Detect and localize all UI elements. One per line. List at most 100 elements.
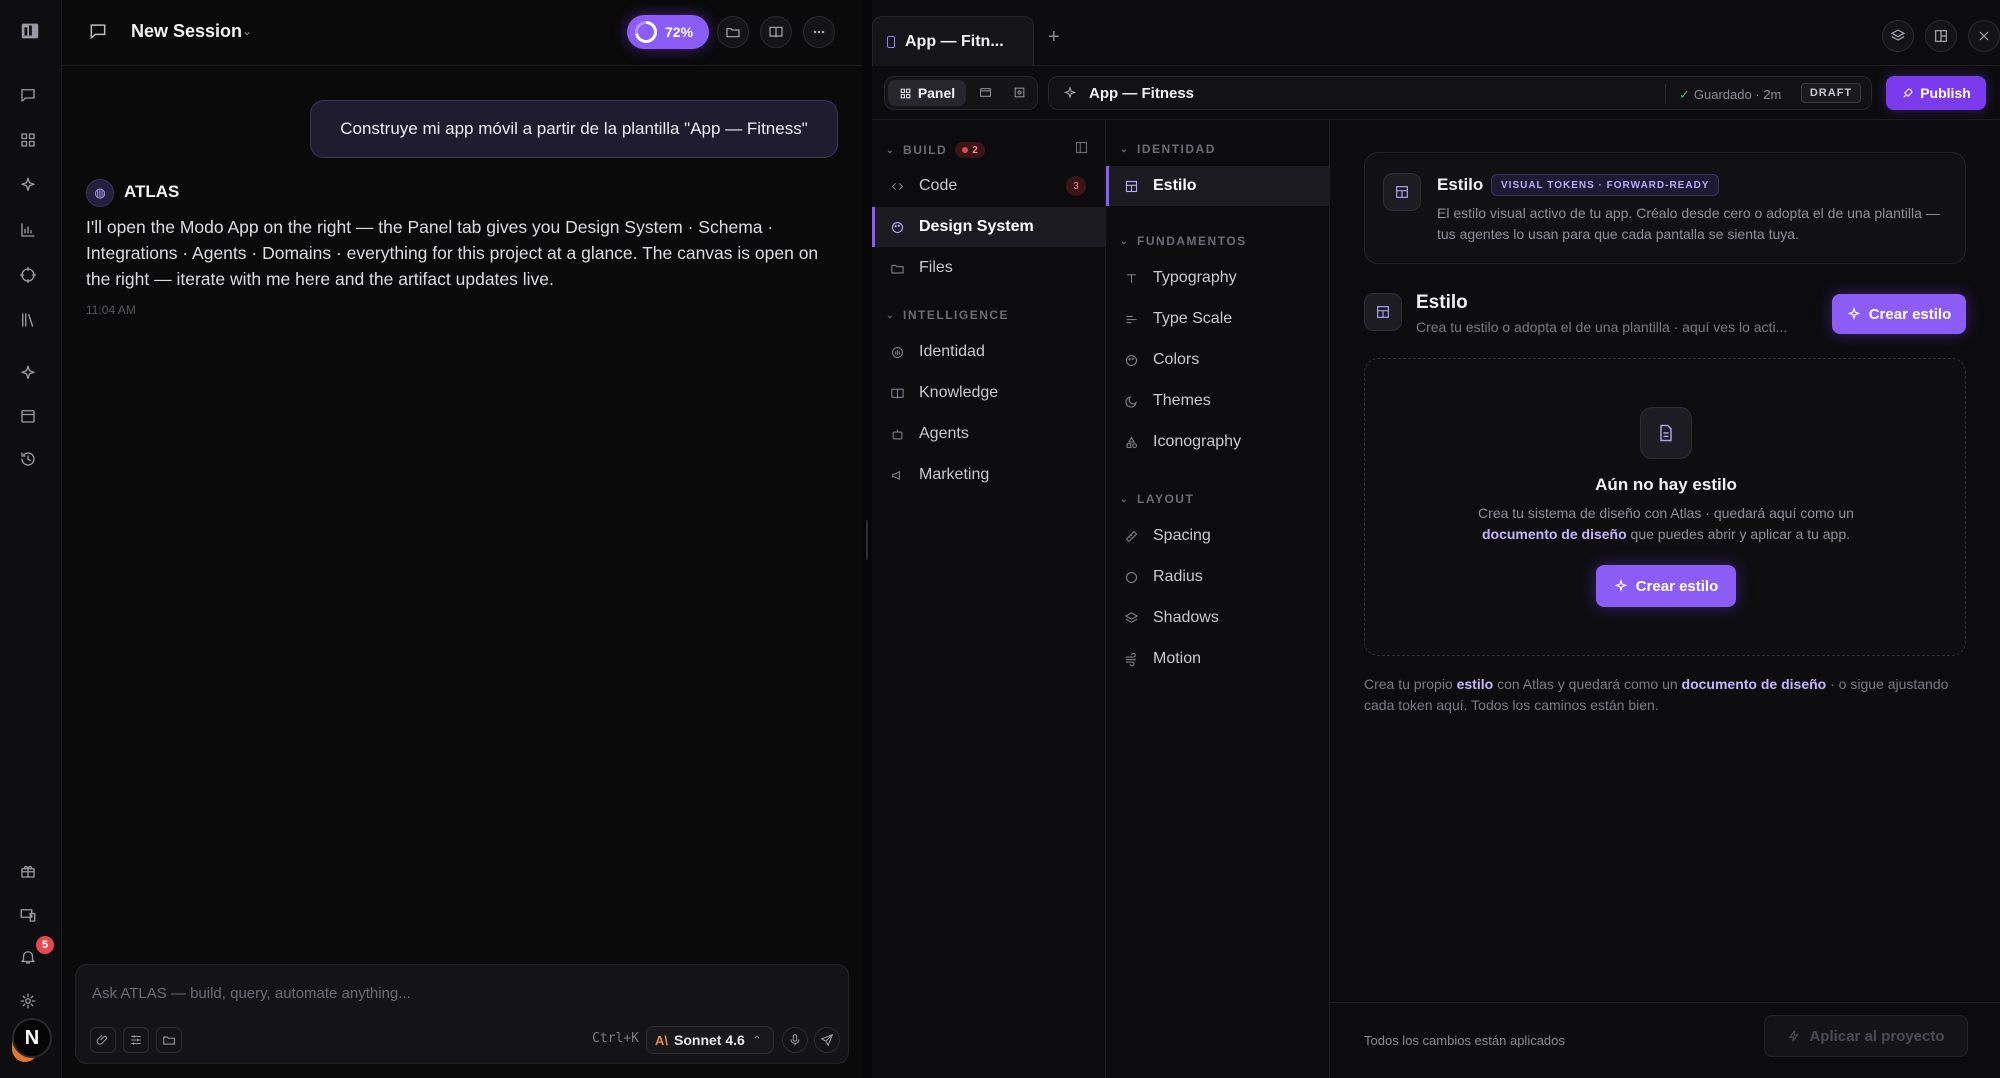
mic-button[interactable] [782, 1027, 808, 1053]
context-progress[interactable]: 72% [627, 15, 709, 49]
artifact-tabbar: App — Fitn... + [872, 0, 2000, 66]
more-icon [813, 30, 825, 34]
code-count-badge: 3 [1066, 176, 1086, 196]
book-button[interactable] [760, 16, 792, 48]
model-selector[interactable]: A\ Sonnet 4.6 ⌃ [646, 1026, 774, 1054]
nav-item-design-system[interactable]: Design System [872, 207, 1106, 247]
shortcut-hint: Ctrl+K [592, 1031, 639, 1046]
changes-status: Todos los cambios están aplicados [1364, 1033, 1565, 1048]
sparkle-icon [1063, 86, 1077, 105]
layers-button[interactable] [1882, 20, 1914, 52]
nav-item-agents[interactable]: Agents [872, 414, 1106, 454]
estilo-link[interactable]: estilo [1457, 676, 1494, 692]
fundamentos-section-header[interactable]: ⌄ FUNDAMENTOS [1120, 234, 1247, 248]
gift-icon[interactable] [19, 862, 43, 886]
nav-item-themes[interactable]: Themes [1106, 381, 1330, 421]
nav-item-knowledge[interactable]: Knowledge [872, 373, 1106, 413]
nav-item-shadows[interactable]: Shadows [1106, 598, 1330, 638]
assistant-message: I'll open the Modo App on the right — th… [86, 217, 819, 289]
estilo-content: Estilo VISUAL TOKENS · FORWARD-READY El … [1330, 120, 2000, 1078]
message-timestamp: 11:04 AM [86, 303, 136, 317]
grid-icon[interactable] [19, 131, 43, 155]
folder-attach-button[interactable] [156, 1027, 182, 1053]
send-button[interactable] [814, 1027, 840, 1053]
target-icon[interactable] [19, 266, 43, 290]
nav-item-files[interactable]: Files [872, 248, 1106, 288]
close-icon [1979, 31, 1989, 41]
rocket-icon [1903, 88, 1913, 98]
calendar-icon[interactable] [19, 407, 43, 431]
empty-title: Aún no hay estilo [1595, 475, 1737, 494]
empty-create-style-button[interactable]: Crear estilo [1596, 565, 1736, 607]
hero-description: El estilo visual activo de tu app. Créal… [1437, 205, 1940, 242]
artifact-tab-label: App — Fitn... [905, 32, 1004, 50]
browser-view-button[interactable] [979, 86, 992, 104]
nav-item-motion[interactable]: Motion [1106, 639, 1330, 679]
chat-icon[interactable] [19, 86, 43, 110]
visual-tokens-badge: VISUAL TOKENS · FORWARD-READY [1491, 174, 1720, 196]
attach-button[interactable] [90, 1027, 116, 1053]
folder-icon [891, 264, 904, 273]
design-doc-link[interactable]: documento de diseño [1482, 526, 1627, 542]
resize-handle[interactable] [866, 520, 868, 560]
nav-item-colors[interactable]: Colors [1106, 340, 1330, 380]
chart-icon[interactable] [19, 221, 43, 245]
book-icon [891, 388, 904, 399]
nav-item-iconography[interactable]: Iconography [1106, 422, 1330, 462]
history-icon[interactable] [19, 450, 43, 474]
notification-badge: 5 [36, 936, 54, 954]
layers-icon [1890, 29, 1906, 41]
user-message: Construye mi app móvil a partir de la pl… [310, 100, 838, 158]
design-doc-link[interactable]: documento de diseño [1682, 676, 1827, 692]
sparkle-icon[interactable] [19, 176, 43, 200]
session-title[interactable]: New Session [131, 21, 242, 42]
grid-icon [900, 88, 911, 98]
layout-button[interactable] [1925, 20, 1957, 52]
collapse-sidebar-button[interactable] [1074, 140, 1089, 160]
nav-item-typography[interactable]: Typography [1106, 258, 1330, 298]
settings-gear-icon[interactable] [19, 992, 43, 1016]
chevron-down-icon: ⌄ [1120, 143, 1130, 154]
status-badge: DRAFT [1801, 83, 1861, 103]
sparkle-icon [1847, 307, 1861, 320]
build-section-header[interactable]: ⌄ BUILD 2 [886, 142, 985, 158]
build-badge: 2 [955, 142, 985, 158]
sparkle-icon [1614, 579, 1628, 592]
artifact-tab[interactable]: App — Fitn... [872, 16, 1034, 66]
panel-view-label: Panel [917, 85, 956, 101]
logo-icon[interactable] [19, 20, 43, 44]
layout-section-header[interactable]: ⌄ LAYOUT [1120, 492, 1194, 506]
nav-item-type-scale[interactable]: Type Scale [1106, 299, 1330, 339]
folder-button[interactable] [717, 16, 749, 48]
sidebar-icon [1075, 141, 1088, 154]
panel-view-button[interactable]: Panel [888, 80, 966, 106]
composer-input[interactable]: Ask ATLAS — build, query, automate anyth… [92, 985, 411, 1002]
check-icon: ✓ [1679, 87, 1690, 102]
apply-to-project-button[interactable]: Aplicar al proyecto [1764, 1015, 1968, 1057]
project-name[interactable]: App — Fitness [1089, 85, 1194, 102]
create-style-button[interactable]: Crear estilo [1832, 294, 1966, 334]
nav-item-identidad[interactable]: Identidad [872, 332, 1106, 372]
library-icon[interactable] [19, 311, 43, 335]
nav-item-radius[interactable]: Radius [1106, 557, 1330, 597]
nav-item-spacing[interactable]: Spacing [1106, 516, 1330, 556]
identidad-section-header[interactable]: ⌄ IDENTIDAD [1120, 142, 1216, 156]
more-button[interactable] [803, 16, 835, 48]
estilo-hero-card: Estilo VISUAL TOKENS · FORWARD-READY El … [1364, 152, 1966, 264]
add-tab-button[interactable]: + [1048, 26, 1060, 49]
folder-icon [163, 1036, 175, 1045]
preview-view-button[interactable] [1013, 86, 1026, 104]
nav-item-estilo[interactable]: Estilo [1106, 166, 1330, 206]
tools-button[interactable] [123, 1027, 149, 1053]
intelligence-section-header[interactable]: ⌄ INTELLIGENCE [886, 308, 1009, 322]
devices-icon[interactable] [19, 906, 43, 930]
nav-item-code[interactable]: Code 3 [872, 166, 1106, 206]
chevron-down-icon[interactable]: ⌄ [242, 24, 252, 38]
user-avatar[interactable]: N [12, 1018, 52, 1058]
publish-button[interactable]: Publish [1886, 76, 1986, 110]
save-status: ✓ Guardado · 2m [1679, 87, 1782, 102]
type-icon [1127, 273, 1136, 283]
close-panel-button[interactable] [1968, 20, 2000, 52]
magic-icon[interactable] [19, 364, 43, 388]
nav-item-marketing[interactable]: Marketing [872, 455, 1106, 495]
